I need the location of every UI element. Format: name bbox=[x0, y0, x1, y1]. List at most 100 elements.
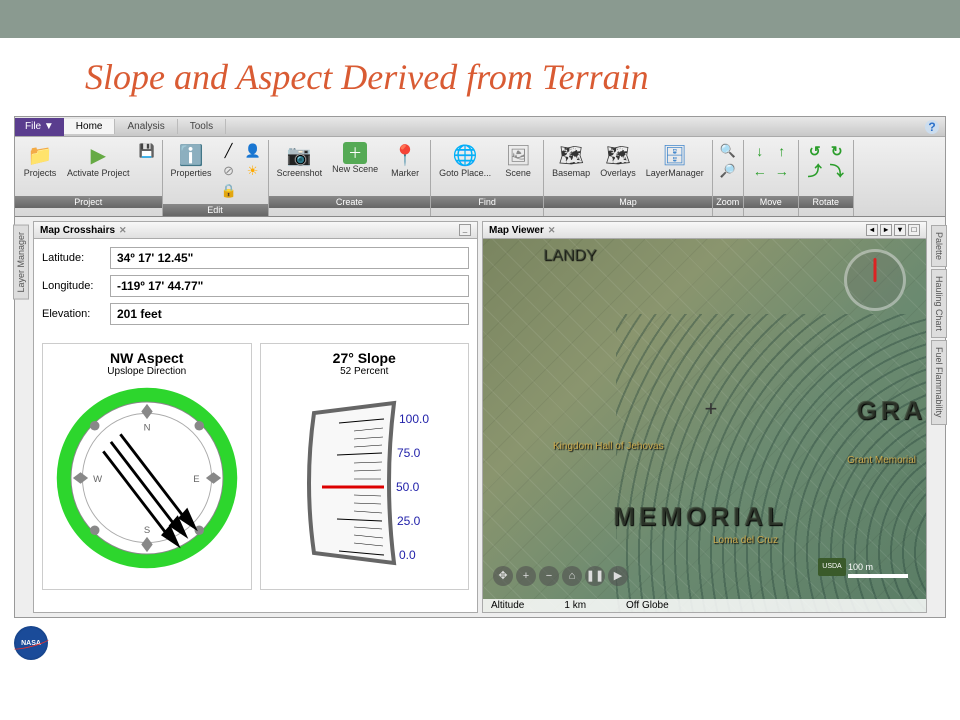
group-label-create: Create bbox=[269, 196, 431, 208]
longitude-value[interactable]: -119º 17' 44.77" bbox=[110, 275, 469, 297]
aspect-title: NW Aspect bbox=[49, 350, 245, 366]
tilt-up-icon[interactable]: ⤴ bbox=[805, 162, 825, 180]
move-right-icon[interactable]: → bbox=[772, 162, 792, 180]
map-pause-icon[interactable]: ❚❚ bbox=[585, 566, 605, 586]
marker-button[interactable]: 📍Marker bbox=[384, 140, 426, 180]
svg-text:N: N bbox=[143, 423, 150, 434]
properties-button[interactable]: ℹ️Properties bbox=[167, 140, 216, 180]
rotate-ccw-icon[interactable]: ↺ bbox=[805, 142, 825, 160]
map-zoom-in-icon[interactable]: + bbox=[516, 566, 536, 586]
slope-subtitle: 52 Percent bbox=[267, 366, 463, 377]
file-menu[interactable]: File ▼ bbox=[15, 118, 64, 136]
goto-place-button[interactable]: 🌐Goto Place... bbox=[435, 140, 495, 180]
aspect-instrument: NW Aspect Upslope Direction bbox=[42, 343, 252, 590]
group-label-rotate: Rotate bbox=[799, 196, 853, 208]
svg-text:S: S bbox=[144, 525, 150, 536]
scale-bar: 100 m bbox=[848, 562, 908, 578]
rotate-cw-icon[interactable]: ↻ bbox=[827, 142, 847, 160]
map-zoom-out-icon[interactable]: − bbox=[539, 566, 559, 586]
map-label-memorial: MEMORIAL bbox=[613, 501, 787, 532]
database-icon: 🗄 bbox=[662, 142, 688, 168]
latitude-value[interactable]: 34º 17' 12.45" bbox=[110, 247, 469, 269]
scene-icon: ＋ bbox=[343, 142, 367, 164]
application-window: File ▼ Home Analysis Tools ? 📁Projects ▶… bbox=[14, 116, 946, 618]
lock-icon[interactable]: 🔒 bbox=[220, 182, 238, 200]
screenshot-button[interactable]: 📷Screenshot bbox=[273, 140, 327, 180]
svg-text:E: E bbox=[193, 474, 199, 485]
tab-analysis[interactable]: Analysis bbox=[115, 119, 177, 134]
user-icon[interactable]: 👤 bbox=[244, 142, 262, 160]
maximize-icon[interactable]: □ bbox=[908, 224, 920, 236]
map-play-icon[interactable]: ▶ bbox=[608, 566, 628, 586]
dropdown-icon[interactable]: ▾ bbox=[894, 224, 906, 236]
layermanager-button[interactable]: 🗄LayerManager bbox=[642, 140, 708, 180]
group-label-find: Find bbox=[431, 196, 543, 208]
slope-gauge: 100.0 75.0 50.0 25.0 0.0 bbox=[284, 393, 444, 573]
crosshair-icon: + bbox=[705, 396, 718, 422]
status-globe: Off Globe bbox=[626, 600, 669, 611]
status-altitude: Altitude bbox=[491, 600, 524, 611]
page-title: Slope and Aspect Derived from Terrain bbox=[0, 38, 960, 116]
svg-text:0.0: 0.0 bbox=[399, 548, 416, 562]
map-viewer-panel: Map Viewer ✕ ◂ ▸ ▾ □ + LANDY Kingdom Hal… bbox=[482, 221, 927, 613]
group-label-project: Project bbox=[15, 196, 162, 208]
save-icon[interactable]: 💾 bbox=[138, 142, 156, 160]
zoom-out-icon[interactable]: 🔎 bbox=[719, 162, 737, 180]
tab-tools[interactable]: Tools bbox=[178, 119, 226, 134]
info-icon: ℹ️ bbox=[178, 142, 204, 168]
map-status-bar: Altitude 1 km Off Globe bbox=[483, 599, 926, 612]
overlays-button[interactable]: 🗺Overlays bbox=[596, 140, 640, 180]
elevation-value[interactable]: 201 feet bbox=[110, 303, 469, 325]
latitude-label: Latitude: bbox=[42, 252, 110, 264]
move-left-icon[interactable]: ← bbox=[750, 162, 770, 180]
new-scene-button[interactable]: ＋New Scene bbox=[328, 140, 382, 176]
svg-text:100.0: 100.0 bbox=[399, 412, 429, 426]
close-tab-icon[interactable]: ✕ bbox=[119, 225, 127, 236]
globe-icon: 🌐 bbox=[452, 142, 478, 168]
projects-button[interactable]: 📁Projects bbox=[19, 140, 61, 180]
layers-icon: 🗺 bbox=[605, 142, 631, 168]
side-tab-palette[interactable]: Palette bbox=[931, 225, 947, 267]
activate-project-button[interactable]: ▶Activate Project bbox=[63, 140, 134, 180]
move-up-icon[interactable]: ↑ bbox=[772, 142, 792, 160]
basemap-button[interactable]: 🗺Basemap bbox=[548, 140, 594, 180]
nav-wheel-icon[interactable]: ✥ bbox=[493, 566, 513, 586]
sun-icon[interactable]: ☀ bbox=[244, 162, 262, 180]
nav-prev-icon[interactable]: ◂ bbox=[866, 224, 878, 236]
close-tab-icon[interactable]: ✕ bbox=[548, 225, 556, 236]
nav-next-icon[interactable]: ▸ bbox=[880, 224, 892, 236]
side-tab-layer-manager[interactable]: Layer Manager bbox=[13, 225, 29, 300]
panel-title: Map Crosshairs bbox=[40, 225, 115, 236]
map-crosshairs-panel: Map Crosshairs ✕ _ Latitude: 34º 17' 12.… bbox=[33, 221, 478, 613]
cancel-icon[interactable]: ⊘ bbox=[220, 162, 238, 180]
map-home-icon[interactable]: ⌂ bbox=[562, 566, 582, 586]
map-label-landy: LANDY bbox=[543, 247, 596, 265]
help-icon[interactable]: ? bbox=[925, 120, 939, 134]
tilt-down-icon[interactable]: ⤵ bbox=[827, 162, 847, 180]
map-label-gra: GRA bbox=[856, 395, 926, 426]
minimize-icon[interactable]: _ bbox=[459, 224, 471, 236]
zoom-in-icon[interactable]: 🔍 bbox=[719, 142, 737, 160]
nasa-logo: NASA bbox=[14, 626, 48, 660]
scene-button[interactable]: 🖼Scene bbox=[497, 140, 539, 180]
slope-title: 27° Slope bbox=[267, 350, 463, 366]
map-label-loma: Loma del Cruz bbox=[713, 535, 778, 546]
line-tool-icon[interactable]: ╱ bbox=[220, 142, 238, 160]
status-distance: 1 km bbox=[564, 600, 586, 611]
svg-text:50.0: 50.0 bbox=[396, 480, 420, 494]
compass-gauge: N S W E bbox=[52, 383, 242, 573]
image-icon: 🖼 bbox=[505, 142, 531, 168]
ribbon: 📁Projects ▶Activate Project 💾 Project ℹ️… bbox=[15, 137, 945, 217]
map-label-grant: Grant Memorial bbox=[847, 455, 916, 466]
side-tab-fuel-flammability[interactable]: Fuel Flammability bbox=[931, 340, 947, 425]
map-compass-icon[interactable] bbox=[844, 249, 906, 311]
move-down-icon[interactable]: ↓ bbox=[750, 142, 770, 160]
group-label-zoom: Zoom bbox=[713, 196, 743, 208]
aspect-subtitle: Upslope Direction bbox=[49, 366, 245, 377]
side-tab-hauling-chart[interactable]: Hauling Chart bbox=[931, 269, 947, 338]
elevation-label: Elevation: bbox=[42, 308, 110, 320]
map-canvas[interactable]: + LANDY Kingdom Hall of Jehovas MEMORIAL… bbox=[483, 239, 926, 612]
tab-home[interactable]: Home bbox=[64, 119, 116, 134]
slope-instrument: 27° Slope 52 Percent bbox=[260, 343, 470, 590]
map-label-kingdom: Kingdom Hall of Jehovas bbox=[553, 441, 664, 452]
